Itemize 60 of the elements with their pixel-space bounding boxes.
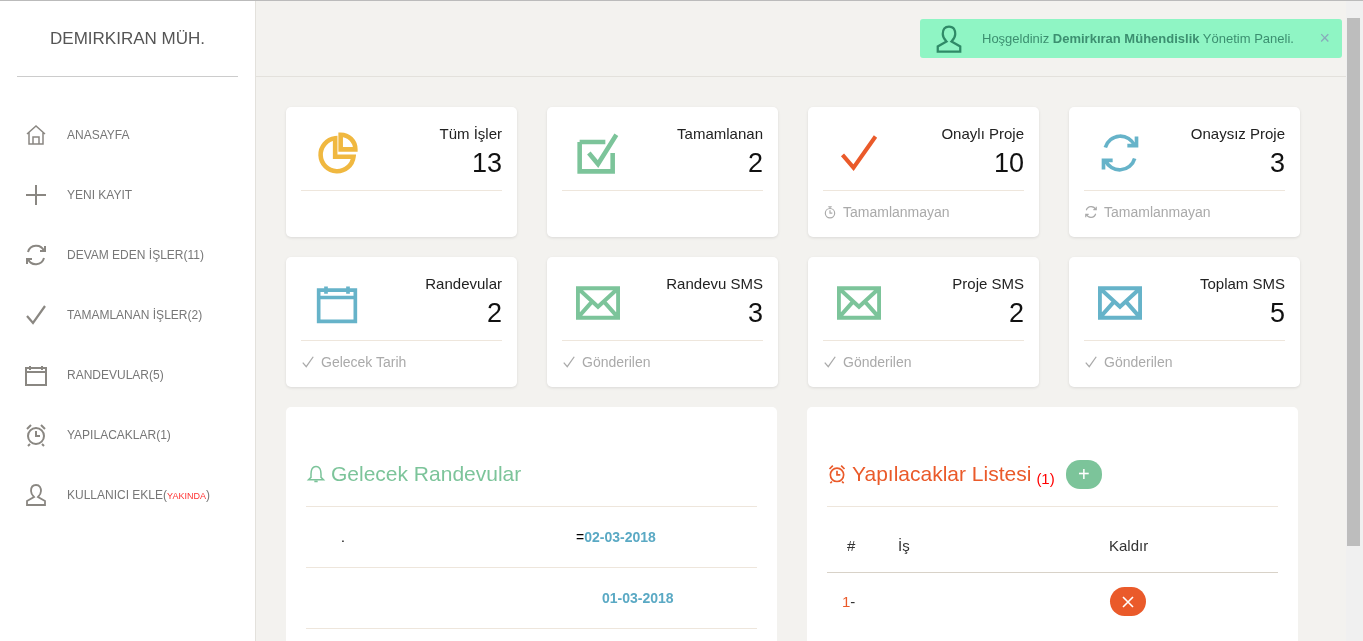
stat-title: Proje SMS [952,275,1024,292]
stat-footer-text: Gönderilen [582,354,651,370]
house-icon [24,123,48,147]
stat-value: 3 [1268,148,1285,179]
appointment-date: 01-03-2018 [601,590,675,606]
stat-footer-text: Tamamlanmayan [1104,204,1211,220]
stat-footer-text: Gelecek Tarih [321,354,407,370]
calendar-icon [24,363,48,387]
stat-value: 5 [1268,298,1285,329]
user-icon [24,483,48,507]
column-header: # [827,519,898,573]
sidebar-item[interactable]: TAMAMLANAN İŞLER(2) [0,285,255,345]
column-header: Kaldır [1109,519,1278,573]
welcome-message: Hoşgeldiniz Demirkıran Mühendislik Yönetim Paneli. [982,31,1295,46]
stat-title: Randevu SMS [666,275,763,292]
stat-title: Tamamlanan [677,125,763,142]
checkmark-icon [562,355,576,369]
stat-title: Onaylı Proje [941,125,1024,142]
checkmark-icon [24,303,48,327]
appointment-date: =02-03-2018 [576,529,657,545]
sidebar-item[interactable]: DEVAM EDEN İŞLER(11) [0,225,255,285]
stat-value: 10 [992,148,1024,179]
stat-title: Onaysız Proje [1190,125,1285,142]
bell-icon [306,464,326,484]
circular-arrows-icon [24,243,48,267]
checkmark-icon [823,355,837,369]
stat-value: 2 [485,298,502,329]
user-icon [934,23,964,54]
alarm-clock-icon [24,423,48,447]
sidebar-item[interactable]: KULLANICI EKLE(YAKINDA) [0,465,255,525]
stat-value: 2 [1007,298,1024,329]
scrollbar-thumb[interactable] [1347,18,1360,546]
checkmark-icon [301,355,315,369]
sidebar-item[interactable]: YENI KAYIT [0,165,255,225]
checkmark-icon [1084,355,1098,369]
circular-arrows-icon [1084,205,1098,219]
brand-name: DEMIRKIRAN MÜH. [17,1,238,77]
stat-footer-text: Tamamlanmayan [843,204,950,220]
stat-footer-text: Gönderilen [1104,354,1173,370]
sidebar-item[interactable]: YAPILACAKLAR(1) [0,405,255,465]
panel-title: Gelecek Randevular [331,462,522,486]
stat-title: Randevular [425,275,502,292]
todo-count: (1) [1036,470,1055,487]
appointment-name: . [340,529,346,545]
stat-footer-text: Gönderilen [843,354,912,370]
stat-value: 3 [746,298,763,329]
column-header: İş [898,519,1109,573]
panel-title: Yapılacaklar Listesi [852,462,1032,486]
stat-title: Tüm İşler [439,125,502,142]
sidebar-item[interactable]: ANASAYFA [0,105,255,165]
row-number: 1- [842,593,856,610]
close-icon [1122,595,1134,608]
stat-value: 13 [470,148,502,179]
alarm-clock-icon [827,464,847,484]
remove-button[interactable] [1110,587,1146,616]
stat-title: Toplam SMS [1199,275,1285,292]
stopwatch-icon [823,205,837,219]
plus-icon [24,183,48,207]
sidebar-item[interactable]: RANDEVULAR(5) [0,345,255,405]
stat-value: 2 [746,148,763,179]
